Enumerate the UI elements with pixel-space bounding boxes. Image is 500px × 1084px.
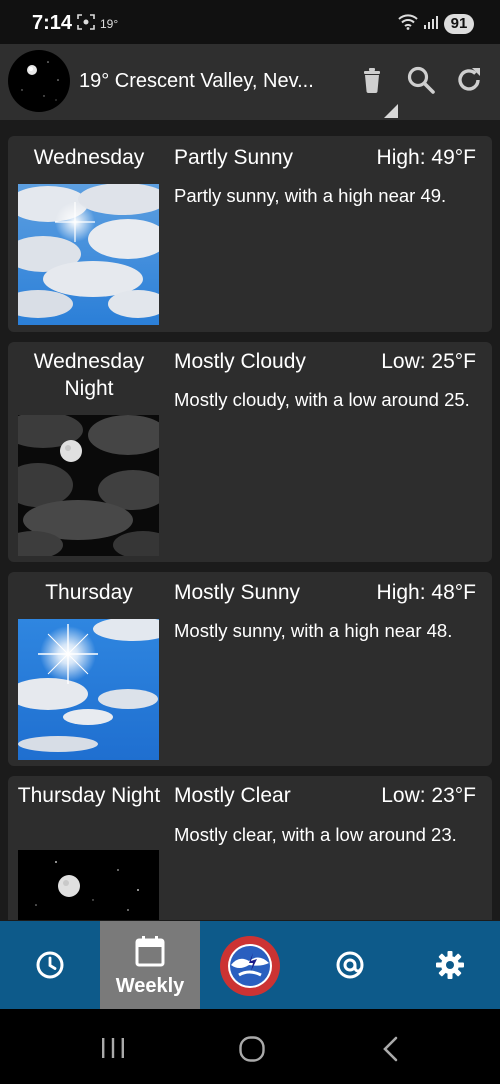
battery-indicator: 91 bbox=[444, 14, 474, 34]
status-temperature: 19° bbox=[100, 17, 119, 31]
forecast-card[interactable]: Wednesday Partly Sunny High: 49°F Partly… bbox=[8, 136, 492, 332]
condition-title: Partly Sunny bbox=[174, 146, 294, 169]
refresh-icon[interactable] bbox=[453, 64, 485, 96]
nav-item-nws[interactable] bbox=[200, 921, 300, 1009]
delete-icon[interactable] bbox=[356, 64, 388, 96]
partly-sunny-image bbox=[18, 184, 159, 325]
forecast-description: Mostly sunny, with a high near 48. bbox=[174, 620, 453, 641]
status-time: 7:14 bbox=[32, 12, 73, 34]
gear-icon bbox=[436, 951, 464, 979]
overflow-menu-indicator[interactable] bbox=[384, 104, 398, 118]
temperature: High: 49°F bbox=[376, 146, 476, 169]
nav-item-settings[interactable] bbox=[400, 921, 500, 1009]
forecast-card[interactable]: Wednesday Night Mostly Cloudy Low: 25°F … bbox=[8, 342, 492, 562]
forecast-description: Partly sunny, with a high near 49. bbox=[174, 185, 447, 206]
screenshot-icon bbox=[77, 14, 95, 30]
condition-title: Mostly Sunny bbox=[174, 581, 301, 604]
search-icon[interactable] bbox=[405, 64, 437, 96]
back-icon[interactable] bbox=[380, 1035, 402, 1063]
moon-phase-icon bbox=[8, 50, 70, 112]
nav-item-radar[interactable] bbox=[300, 921, 400, 1009]
forecast-list[interactable]: Wednesday Partly Sunny High: 49°F Partly… bbox=[0, 120, 500, 920]
nws-logo-icon bbox=[220, 936, 280, 996]
system-navigation-bar bbox=[0, 1009, 500, 1084]
radar-icon bbox=[336, 951, 364, 979]
period-name: Thursday bbox=[45, 581, 133, 604]
bottom-navigation: Weekly bbox=[0, 921, 500, 1009]
condition-title: Mostly Clear bbox=[174, 784, 291, 807]
location-title[interactable]: 19° Crescent Valley, Nev... bbox=[79, 70, 314, 93]
home-icon[interactable] bbox=[238, 1035, 266, 1063]
forecast-description: Mostly cloudy, with a low around 25. bbox=[174, 389, 470, 410]
period-name: Thursday Night bbox=[17, 784, 161, 807]
status-bar: 7:14 19° 91 bbox=[0, 0, 500, 44]
wifi-icon bbox=[398, 14, 418, 30]
condition-title: Mostly Cloudy bbox=[174, 350, 306, 373]
mostly-sunny-image bbox=[18, 619, 159, 760]
mostly-clear-night-image bbox=[18, 850, 159, 920]
nav-item-weekly[interactable]: Weekly bbox=[100, 921, 200, 1009]
period-name: Wednesday Night bbox=[33, 350, 145, 400]
temperature: Low: 25°F bbox=[381, 350, 476, 373]
recent-apps-icon[interactable] bbox=[100, 1037, 126, 1059]
forecast-description: Mostly clear, with a low around 23. bbox=[174, 824, 457, 845]
period-name: Wednesday bbox=[33, 146, 145, 169]
forecast-card[interactable]: Thursday Mostly Sunny High: 48°F Mostly … bbox=[8, 572, 492, 766]
temperature: Low: 23°F bbox=[381, 784, 476, 807]
app-header: 19° Crescent Valley, Nev... bbox=[0, 44, 500, 120]
nav-label-weekly: Weekly bbox=[115, 975, 185, 997]
clock-icon bbox=[36, 951, 64, 979]
signal-icon bbox=[424, 16, 438, 29]
temperature: High: 48°F bbox=[376, 581, 476, 604]
nav-item-current[interactable] bbox=[0, 921, 100, 1009]
forecast-card[interactable]: Thursday Night Mostly Clear Low: 23°F Mo… bbox=[8, 776, 492, 920]
calendar-icon bbox=[135, 936, 165, 967]
mostly-cloudy-night-image bbox=[18, 415, 159, 556]
